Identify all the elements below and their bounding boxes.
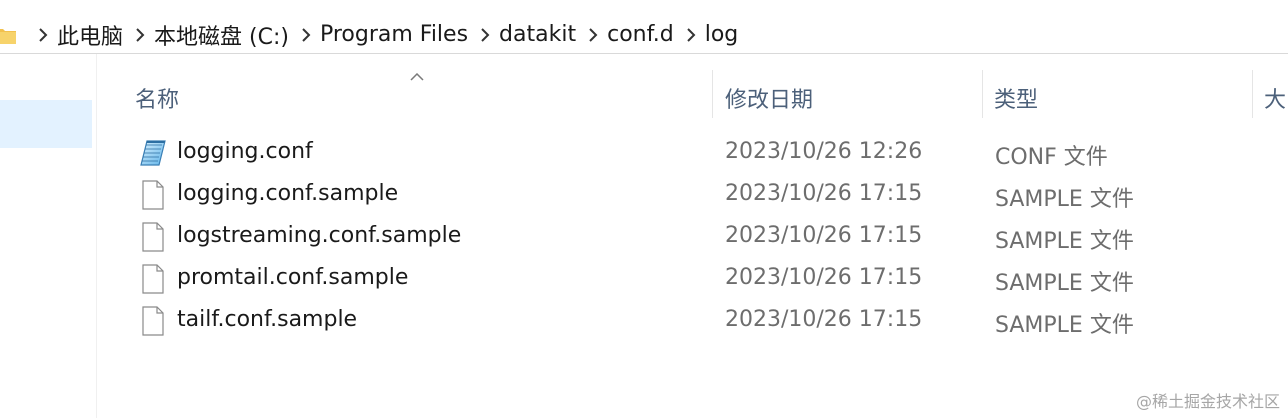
blank-file-icon — [139, 306, 167, 336]
column-header: 名称 修改日期 类型 大 — [97, 54, 1288, 120]
breadcrumb-local-disk[interactable]: 本地磁盘 (C:) — [154, 19, 289, 51]
file-date-modified: 2023/10/26 12:26 — [725, 139, 923, 164]
file-row[interactable]: logstreaming.conf.sample 2023/10/26 17:1… — [97, 216, 1288, 258]
file-row[interactable]: promtail.conf.sample 2023/10/26 17:15 SA… — [97, 258, 1288, 300]
file-date-modified: 2023/10/26 17:15 — [725, 307, 923, 332]
file-date-modified: 2023/10/26 17:15 — [725, 181, 923, 206]
blank-file-icon — [139, 264, 167, 294]
nav-selected-item[interactable] — [0, 100, 92, 148]
folder-icon — [0, 25, 18, 45]
column-divider[interactable] — [1252, 70, 1253, 118]
file-row[interactable]: logging.conf.sample 2023/10/26 17:15 SAM… — [97, 174, 1288, 216]
chevron-right-icon[interactable] — [686, 27, 696, 42]
chevron-right-icon[interactable] — [135, 27, 145, 42]
chevron-right-icon[interactable] — [588, 27, 598, 42]
blank-file-icon — [139, 180, 167, 210]
breadcrumb-conf-d[interactable]: conf.d — [607, 22, 674, 47]
file-row[interactable]: logging.conf 2023/10/26 12:26 CONF 文件 — [97, 132, 1288, 174]
window-top-edge — [0, 0, 1288, 17]
file-name: logstreaming.conf.sample — [177, 223, 462, 248]
column-type[interactable]: 类型 — [994, 82, 1038, 114]
navigation-pane[interactable] — [0, 54, 97, 418]
watermark: @稀土掘金技术社区 — [1135, 392, 1280, 411]
breadcrumb-log[interactable]: log — [705, 22, 739, 47]
file-type: SAMPLE 文件 — [995, 271, 1134, 296]
breadcrumb: 此电脑 本地磁盘 (C:) Program Files datakit conf… — [36, 16, 748, 53]
column-size[interactable]: 大 — [1264, 82, 1286, 114]
file-name: promtail.conf.sample — [177, 265, 409, 290]
blank-file-icon — [139, 222, 167, 252]
file-type: SAMPLE 文件 — [995, 313, 1134, 338]
file-type: SAMPLE 文件 — [995, 229, 1134, 254]
notepad-file-icon — [139, 138, 167, 168]
chevron-right-icon[interactable] — [38, 27, 48, 42]
column-divider[interactable] — [712, 70, 713, 118]
column-name[interactable]: 名称 — [135, 82, 179, 114]
file-name: tailf.conf.sample — [177, 307, 358, 332]
chevron-right-icon[interactable] — [301, 27, 311, 42]
file-name: logging.conf — [177, 139, 313, 164]
file-date-modified: 2023/10/26 17:15 — [725, 265, 923, 290]
column-date-modified[interactable]: 修改日期 — [725, 82, 813, 114]
address-bar[interactable]: 此电脑 本地磁盘 (C:) Program Files datakit conf… — [0, 16, 1288, 54]
file-date-modified: 2023/10/26 17:15 — [725, 223, 923, 248]
breadcrumb-program-files[interactable]: Program Files — [320, 22, 468, 47]
breadcrumb-this-pc[interactable]: 此电脑 — [57, 19, 123, 51]
file-type: SAMPLE 文件 — [995, 187, 1134, 212]
column-divider[interactable] — [982, 70, 983, 118]
breadcrumb-datakit[interactable]: datakit — [499, 22, 576, 47]
sort-ascending-icon — [410, 66, 424, 81]
file-type: CONF 文件 — [995, 145, 1108, 170]
chevron-right-icon[interactable] — [480, 27, 490, 42]
file-row[interactable]: tailf.conf.sample 2023/10/26 17:15 SAMPL… — [97, 300, 1288, 342]
file-name: logging.conf.sample — [177, 181, 399, 206]
